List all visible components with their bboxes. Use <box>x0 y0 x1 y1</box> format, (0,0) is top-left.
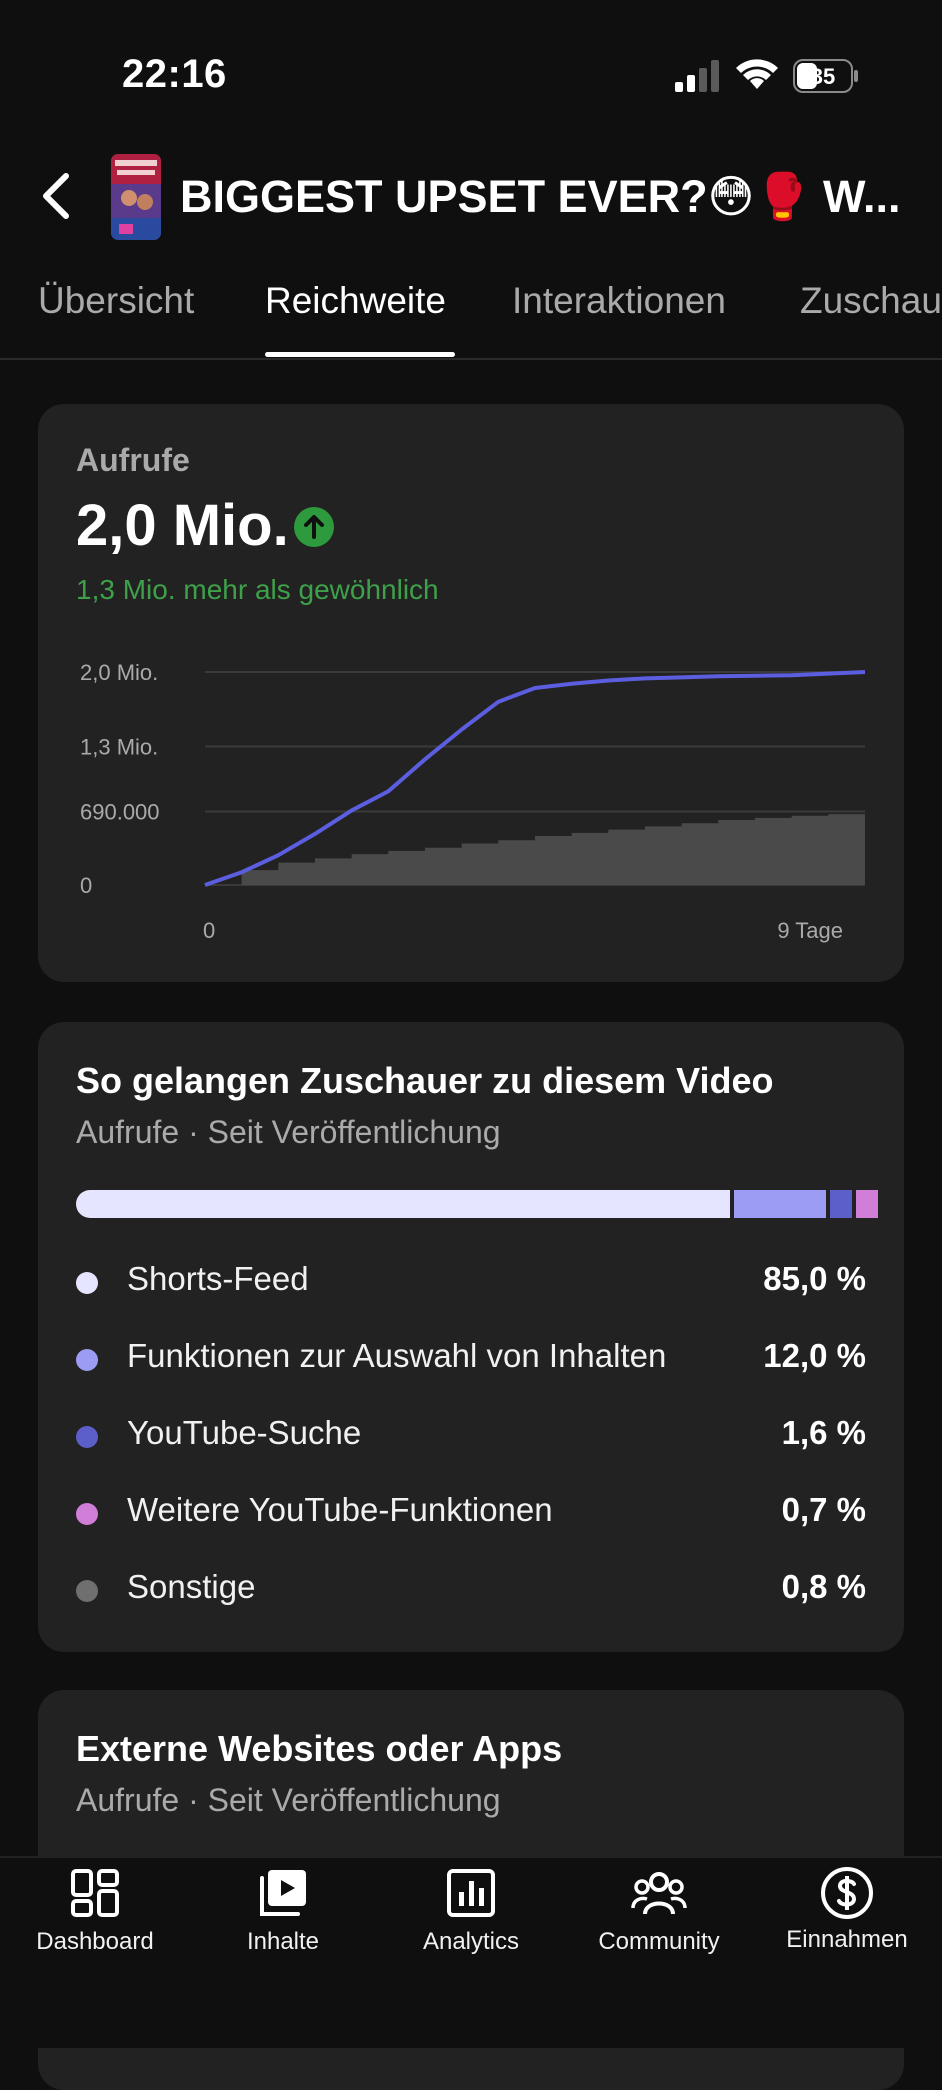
legend-dot <box>76 1503 98 1525</box>
traffic-source-value: 0,7 % <box>781 1491 866 1528</box>
chart-x-tick-label: 9 Tage <box>777 918 843 943</box>
traffic-source-row[interactable]: Sonstige 0,8 % <box>76 1568 866 1618</box>
chart-y-tick-label: 1,3 Mio. <box>80 735 158 760</box>
nav-content[interactable]: Inhalte <box>189 1868 377 1956</box>
traffic-source-row[interactable]: Shorts-Feed 85,0 % <box>76 1260 866 1310</box>
traffic-share-bar <box>76 1190 879 1218</box>
video-thumbnail <box>111 154 161 240</box>
chart-y-tick-label: 2,0 Mio. <box>80 660 158 685</box>
tabs-divider <box>0 358 942 360</box>
nav-label: Community <box>598 1928 720 1955</box>
traffic-source-label: Weitere YouTube-Funktionen <box>127 1491 553 1528</box>
legend-dot <box>76 1349 98 1371</box>
external-card-subtitle: Aufrufe · Seit Veröffentlichung <box>76 1782 501 1818</box>
traffic-share-segment <box>830 1190 853 1218</box>
legend-dot <box>76 1426 98 1448</box>
dollar-icon <box>821 1867 873 1919</box>
chart-typical-area <box>205 812 865 885</box>
tab-bar: Übersicht Reichweite Interaktionen Zusch… <box>0 280 942 360</box>
traffic-source-value: 85,0 % <box>763 1260 866 1297</box>
nav-dashboard[interactable]: Dashboard <box>1 1868 189 1956</box>
tab-reach[interactable]: Reichweite <box>265 280 446 322</box>
wifi-icon <box>736 59 778 89</box>
views-chart: 2,0 Mio. 1,3 Mio. 690.000 0 0 9 Tage <box>80 660 866 943</box>
traffic-source-label: Shorts-Feed <box>127 1260 309 1297</box>
views-label: Aufrufe <box>76 442 190 478</box>
legend-dot <box>76 1580 98 1602</box>
cellular-signal-icon <box>675 60 719 92</box>
traffic-source-label: Funktionen zur Auswahl von Inhalten <box>127 1337 667 1374</box>
traffic-source-value: 1,6 % <box>781 1414 866 1451</box>
tab-audience[interactable]: Zuschau <box>800 280 942 322</box>
analytics-icon <box>447 1869 495 1917</box>
active-tab-indicator <box>265 352 455 357</box>
nav-label: Inhalte <box>246 1928 320 1955</box>
tab-engagement[interactable]: Interaktionen <box>512 280 726 322</box>
chart-y-tick-label: 0 <box>80 873 92 898</box>
nav-label: Analytics <box>422 1928 520 1955</box>
traffic-source-row[interactable]: Funktionen zur Auswahl von Inhalten 12,0… <box>76 1337 866 1387</box>
video-title: BIGGEST UPSET EVER?😳🥊 W... <box>180 171 901 222</box>
tab-overview[interactable]: Übersicht <box>38 280 194 322</box>
status-time: 22:16 <box>122 52 227 96</box>
traffic-source-label: Sonstige <box>127 1568 256 1605</box>
traffic-card-subtitle: Aufrufe · Seit Veröffentlichung <box>76 1114 501 1150</box>
battery-level: 35 <box>811 64 835 89</box>
community-icon <box>631 1872 687 1915</box>
nav-community[interactable]: Community <box>565 1868 753 1956</box>
nav-earn[interactable]: Einnahmen <box>753 1867 941 1954</box>
traffic-card-title: So gelangen Zuschauer zu diesem Video <box>76 1060 774 1101</box>
battery-icon: 35 <box>793 59 858 93</box>
nav-label: Dashboard <box>36 1928 154 1955</box>
bottom-nav-divider <box>0 1856 942 1858</box>
arrow-up-icon <box>294 507 334 547</box>
traffic-share-segment <box>856 1190 879 1218</box>
traffic-source-value: 12,0 % <box>763 1337 866 1374</box>
nav-label: Einnahmen <box>786 1926 908 1953</box>
traffic-source-label: YouTube-Suche <box>127 1414 362 1451</box>
dashboard-icon <box>71 1869 119 1917</box>
external-card-title: Externe Websites oder Apps <box>76 1728 563 1769</box>
nav-analytics[interactable]: Analytics <box>377 1868 565 1956</box>
traffic-source-value: 0,8 % <box>781 1568 866 1605</box>
legend-dot <box>76 1272 98 1294</box>
chart-x-tick-label: 0 <box>203 918 215 943</box>
views-delta: 1,3 Mio. mehr als gewöhnlich <box>76 574 439 605</box>
traffic-share-segment <box>76 1190 730 1218</box>
traffic-source-row[interactable]: YouTube-Suche 1,6 % <box>76 1414 866 1464</box>
content-icon <box>260 1870 306 1916</box>
traffic-source-row[interactable]: Weitere YouTube-Funktionen 0,7 % <box>76 1491 866 1541</box>
back-chevron-icon[interactable] <box>38 172 74 220</box>
traffic-share-segment <box>733 1190 827 1218</box>
chart-y-tick-label: 690.000 <box>80 800 160 825</box>
views-value: 2,0 Mio. <box>76 493 289 558</box>
